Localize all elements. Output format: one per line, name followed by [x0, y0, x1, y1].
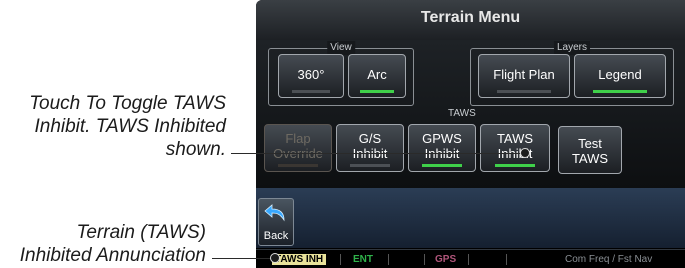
callout-dot	[520, 148, 530, 158]
callout-line: Terrain (TAWS)	[76, 222, 206, 243]
status-indicator	[497, 90, 551, 93]
status-indicator	[422, 164, 462, 167]
view-360-button[interactable]: 360°	[278, 54, 344, 98]
button-label-line1: G/S	[358, 131, 382, 146]
taws-group-label: TAWS	[448, 108, 476, 119]
callout-line: shown.	[165, 139, 226, 160]
callout-dot	[270, 253, 280, 263]
frequency-label: Com Freq / Fst Nav	[565, 254, 653, 265]
callout-leader-line	[212, 258, 276, 259]
view-group-label: View	[327, 41, 355, 55]
back-arrow-icon	[264, 204, 285, 222]
button-label: 360°	[297, 67, 325, 82]
back-button[interactable]: Back	[258, 198, 294, 246]
taws-inhibit-annunciation: TAWS INH	[272, 254, 327, 265]
ent-annunciation: ENT	[353, 254, 373, 265]
lower-panel	[256, 188, 685, 248]
callout-leader-line	[231, 153, 526, 154]
callout-line: Inhibit. TAWS Inhibited	[34, 116, 226, 137]
gps-annunciation: GPS	[435, 254, 457, 265]
button-label-line1: Test	[578, 136, 602, 151]
callout-taws-toggle: Touch To Toggle TAWS Inhibit. TAWS Inhib…	[0, 92, 226, 161]
view-arc-button[interactable]: Arc	[348, 54, 406, 98]
button-label: Legend	[598, 67, 642, 82]
button-label-line1: Flap	[285, 131, 311, 146]
button-label: Arc	[367, 67, 387, 82]
status-indicator	[291, 90, 331, 93]
taws-inhibit-button[interactable]: TAWS Inhibit	[480, 124, 550, 172]
button-label-line1: GPWS	[422, 131, 462, 146]
status-bar: TAWS INH ENT GPS Com Freq / Fst Nav	[256, 249, 685, 268]
status-indicator	[278, 164, 318, 167]
button-label: Flight Plan	[493, 67, 555, 82]
legend-button[interactable]: Legend	[574, 54, 666, 98]
layers-group-label: Layers	[553, 41, 591, 55]
button-label-line2: TAWS	[571, 151, 609, 166]
back-label: Back	[263, 230, 289, 242]
button-label-line1: TAWS	[496, 131, 534, 146]
gs-inhibit-button[interactable]: G/S Inhibit	[336, 124, 404, 172]
divider	[506, 254, 507, 265]
divider	[424, 254, 425, 265]
divider	[468, 254, 469, 265]
page-title: Terrain Menu	[256, 0, 685, 40]
status-indicator	[593, 90, 647, 93]
callout-annunciation: Terrain (TAWS) Inhibited Annunciation	[0, 221, 206, 267]
flight-plan-button[interactable]: Flight Plan	[478, 54, 570, 98]
flap-override-button[interactable]: Flap Override	[264, 124, 332, 172]
status-indicator	[494, 164, 536, 167]
terrain-menu-screen: Terrain Menu View 360° Arc Layers Flight…	[256, 0, 685, 268]
status-indicator	[350, 164, 390, 167]
divider	[340, 254, 341, 265]
callout-line: Touch To Toggle TAWS	[29, 93, 226, 114]
status-indicator	[360, 90, 394, 93]
gpws-inhibit-button[interactable]: GPWS Inhibit	[408, 124, 476, 172]
callout-line: Inhibited Annunciation	[19, 245, 206, 266]
test-taws-button[interactable]: Test TAWS	[558, 126, 622, 174]
divider	[388, 254, 389, 265]
menu-panel: View 360° Arc Layers Flight Plan Legend …	[256, 40, 685, 188]
